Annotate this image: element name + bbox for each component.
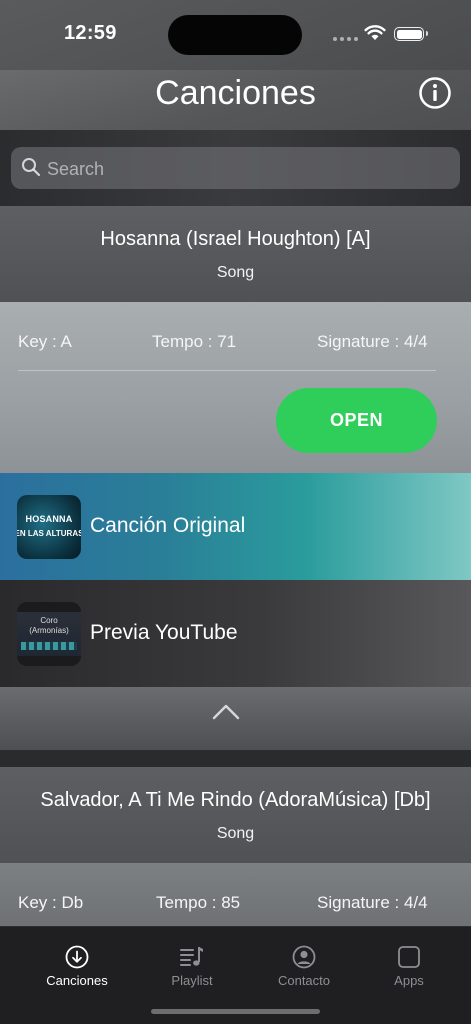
info-icon[interactable]: [418, 76, 452, 110]
media-label: Previa YouTube: [90, 621, 238, 644]
music-list-icon: [180, 947, 203, 966]
song-signature: Signature : 4/4: [317, 893, 428, 912]
collapse-button[interactable]: [0, 687, 471, 750]
square-icon: [398, 946, 420, 968]
original-song-thumbnail: HOSANNA EN LAS ALTURAS: [17, 495, 81, 559]
screen: 12:59 Canciones Hosanna: [0, 0, 471, 1024]
song-tempo: Tempo : 71: [152, 332, 237, 351]
song-header[interactable]: Salvador, A Ti Me Rindo (AdoraMúsica) [D…: [0, 767, 471, 863]
tab-canciones[interactable]: Canciones: [19, 927, 135, 997]
song-type: Song: [216, 825, 255, 842]
thumbnail-line-2: (Armonías): [29, 626, 69, 635]
status-bar: 12:59: [0, 0, 471, 70]
song-title: Salvador, A Ti Me Rindo (AdoraMúsica) [D…: [40, 789, 431, 811]
chevron-up-icon: [212, 704, 240, 720]
thumbnail-line-1: Coro: [40, 616, 58, 625]
search-bar[interactable]: [11, 147, 460, 191]
song-tempo: Tempo : 85: [156, 893, 241, 912]
tab-label: Contacto: [277, 973, 331, 988]
tab-label: Playlist: [171, 973, 213, 988]
song-title: Hosanna (Israel Houghton) [A]: [100, 228, 371, 250]
tab-label: Canciones: [46, 973, 108, 988]
page-title: Canciones: [155, 74, 316, 112]
media-item-original-song[interactable]: HOSANNA EN LAS ALTURAS Canción Original: [0, 473, 471, 580]
arrow-down-circle-icon: [65, 945, 89, 969]
person-circle-icon: [292, 945, 316, 969]
open-button[interactable]: OPEN: [276, 388, 437, 453]
song-type: Song: [216, 264, 255, 281]
youtube-thumbnail: Coro (Armonías): [17, 602, 81, 666]
audio-bars: [21, 642, 77, 650]
wifi-icon: [364, 25, 386, 40]
song-signature: Signature : 4/4: [317, 332, 428, 351]
song-details: Key : Db Tempo : 85 Signature : 4/4: [0, 863, 471, 933]
tab-apps[interactable]: Apps: [351, 927, 467, 997]
thumbnail-subtitle: EN LAS ALTURAS: [17, 529, 81, 538]
tab-contacto[interactable]: Contacto: [246, 927, 362, 997]
song-details: Key : A Tempo : 71 Signature : 4/4 OPEN: [0, 302, 471, 473]
thumbnail-caption: Coro (Armonías): [17, 616, 81, 636]
search-icon: [22, 158, 41, 177]
home-indicator: [151, 1009, 320, 1014]
battery-icon: [394, 27, 428, 41]
song-header[interactable]: Hosanna (Israel Houghton) [A] Song: [0, 206, 471, 302]
tab-playlist[interactable]: Playlist: [134, 927, 250, 997]
media-label: Canción Original: [90, 514, 246, 537]
separator: [0, 750, 471, 767]
song-key: Key : A: [18, 332, 72, 351]
media-item-youtube-preview[interactable]: Coro (Armonías) Previa YouTube: [0, 580, 471, 687]
search-section: [0, 130, 471, 206]
tab-label: Apps: [394, 973, 424, 988]
divider: [18, 370, 436, 371]
cellular-signal-icon: [333, 37, 359, 43]
song-key: Key : Db: [18, 893, 84, 912]
nav-header: Canciones: [0, 70, 471, 130]
dynamic-island: [168, 15, 302, 55]
status-time: 12:59: [64, 22, 117, 44]
search-input[interactable]: [45, 147, 449, 191]
thumbnail-title: HOSANNA: [25, 514, 73, 524]
